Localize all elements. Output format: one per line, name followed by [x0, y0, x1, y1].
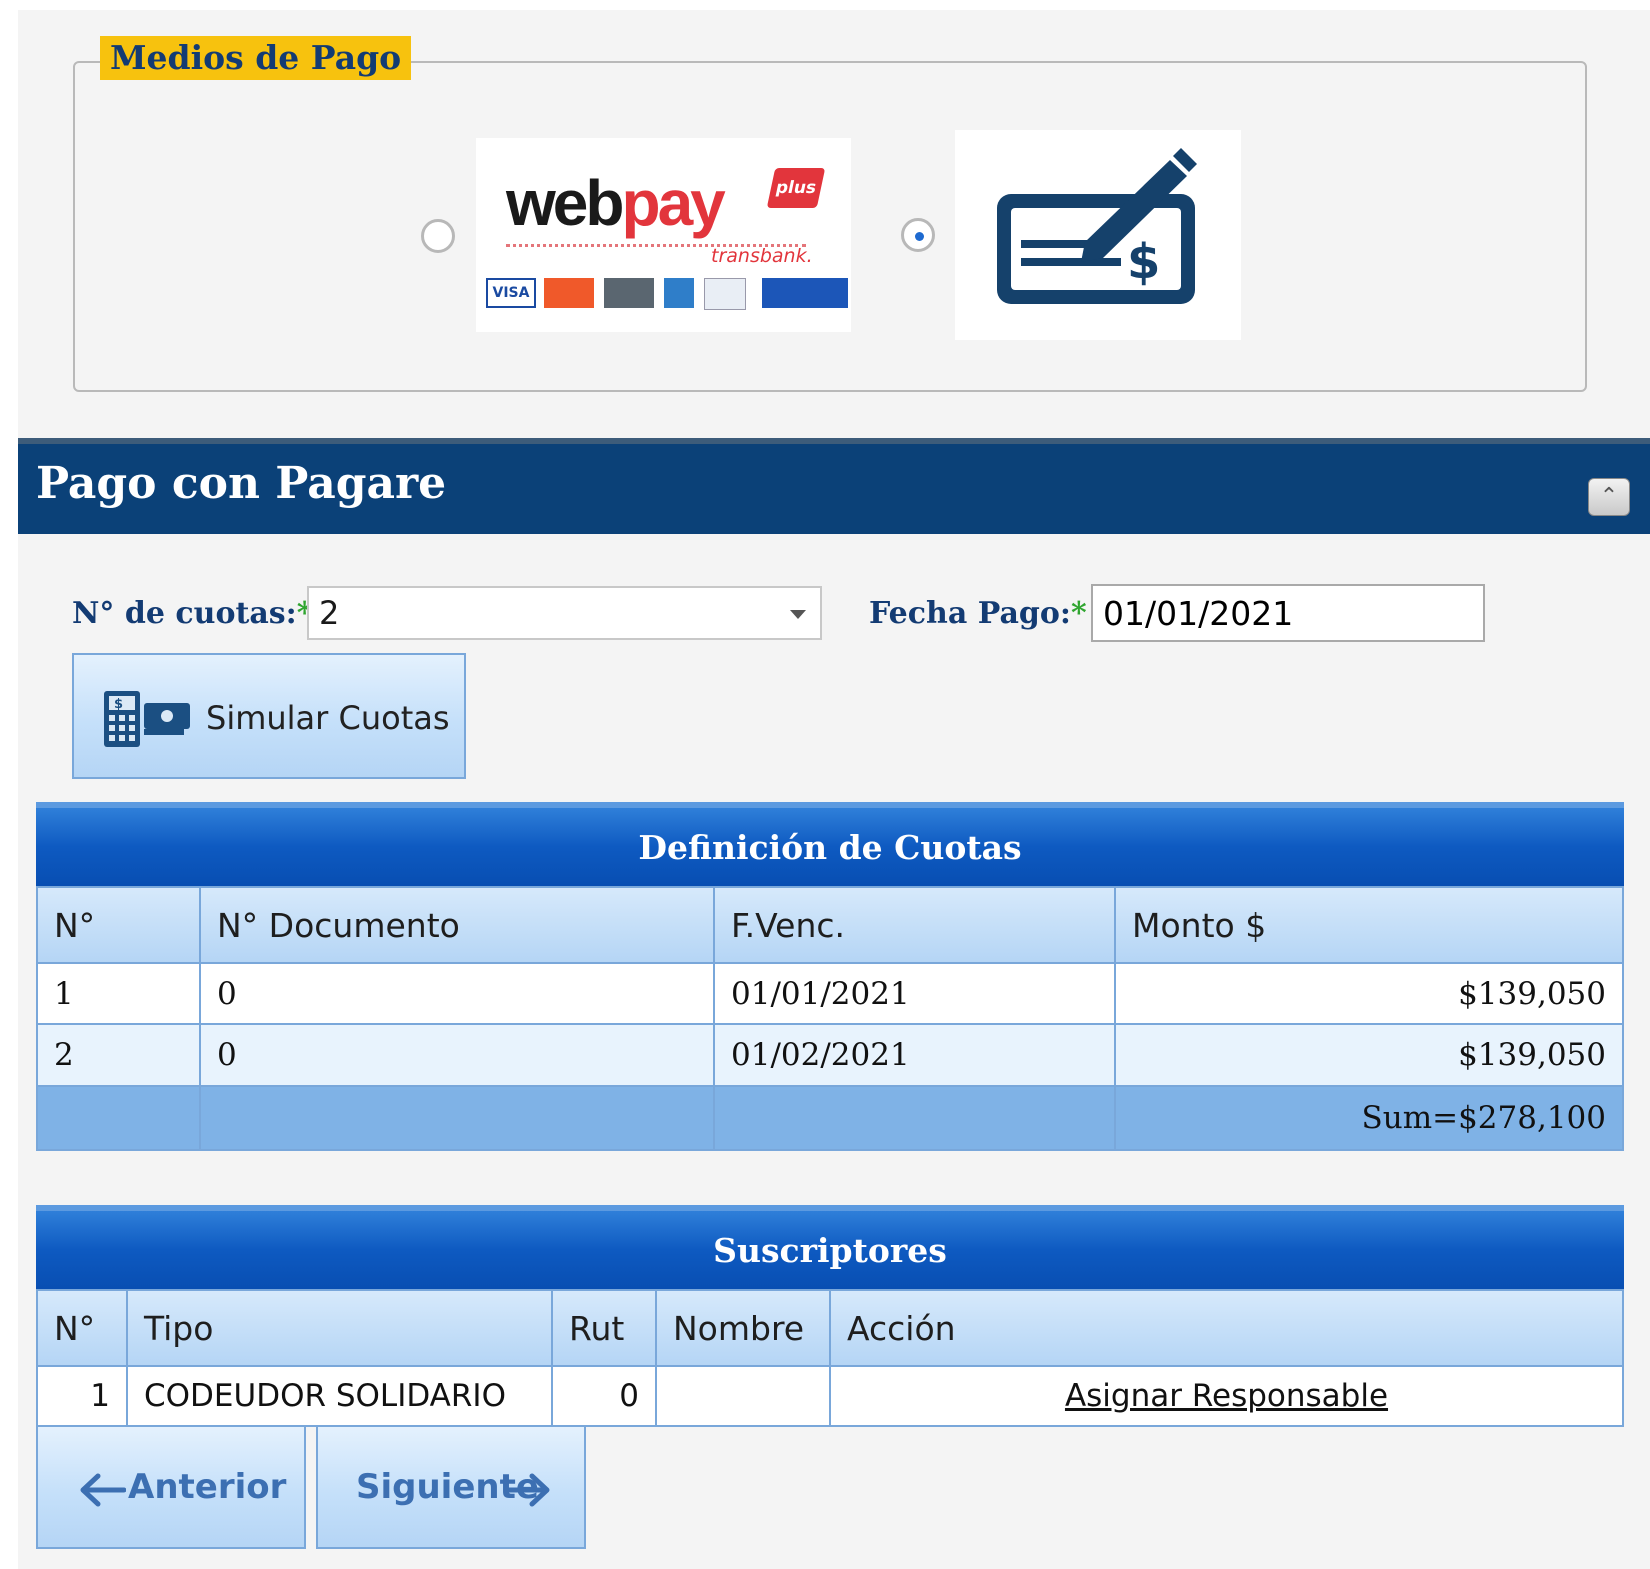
cuotas-select-value: 2	[319, 594, 340, 632]
webpay-logo[interactable]: webpay plus transbank. VISA	[476, 138, 851, 332]
col-header[interactable]: N°	[36, 886, 201, 964]
col-header[interactable]: Monto $	[1114, 886, 1624, 964]
pagare-radio[interactable]	[901, 218, 935, 252]
cell-n: 1	[36, 962, 201, 1025]
simular-cuotas-label: Simular Cuotas	[206, 699, 450, 737]
collapse-button[interactable]: ⌃	[1588, 478, 1630, 516]
table-footer-row: Sum=$278,100	[36, 1085, 1624, 1151]
cuotas-select[interactable]: 2	[307, 586, 822, 640]
redcompra-icon	[762, 278, 848, 308]
cell-nombre	[655, 1365, 831, 1427]
fecha-pago-label: Fecha Pago:*	[869, 596, 1087, 631]
payment-methods-legend: Medios de Pago	[100, 36, 412, 80]
col-header[interactable]: Acción	[829, 1289, 1624, 1367]
amex-icon	[664, 278, 694, 308]
suscriptores-header-row: N° Tipo Rut Nombre Acción	[36, 1289, 1624, 1367]
cell-monto: $139,050	[1114, 1023, 1624, 1087]
mastercard-icon	[544, 278, 594, 308]
cell-monto: $139,050	[1114, 962, 1624, 1025]
section-header: Pago con Pagare ⌃	[18, 438, 1650, 534]
pagare-logo[interactable]: $	[955, 130, 1241, 340]
cell-rut: 0	[551, 1365, 657, 1427]
webpay-wordmark: webpay	[506, 167, 726, 239]
cell-documento: 0	[199, 962, 715, 1025]
transbank-label: transbank.	[711, 245, 813, 267]
chevron-up-icon: ⌃	[1599, 484, 1619, 509]
visa-icon: VISA	[486, 278, 536, 308]
diners-icon	[704, 278, 746, 310]
col-header[interactable]: F.Venc.	[713, 886, 1116, 964]
check-signature-icon: $	[997, 148, 1197, 304]
cuotas-table: Definición de Cuotas N° N° Documento F.V…	[36, 802, 1624, 1151]
fecha-pago-input[interactable]	[1091, 584, 1485, 642]
table-row[interactable]: 1 CODEUDOR SOLIDARIO 0 Asignar Responsab…	[36, 1365, 1624, 1427]
suscriptores-table: Suscriptores N° Tipo Rut Nombre Acción 1…	[36, 1205, 1624, 1427]
plus-badge: plus	[766, 168, 826, 208]
table-row[interactable]: 1 0 01/01/2021 $139,050	[36, 962, 1624, 1025]
arrow-right-icon	[504, 1473, 550, 1507]
siguiente-button[interactable]: Siguiente	[316, 1425, 586, 1549]
col-header[interactable]: N°	[36, 1289, 128, 1367]
cuotas-label: N° de cuotas:*	[72, 596, 313, 631]
cell-accion: Asignar Responsable	[829, 1365, 1624, 1427]
col-header[interactable]: N° Documento	[199, 886, 715, 964]
cuotas-grid: N° N° Documento F.Venc. Monto $ 1 0 01/0…	[36, 886, 1624, 1151]
cell-n: 2	[36, 1023, 201, 1087]
cell-vencimiento: 01/01/2021	[713, 962, 1116, 1025]
calculator-money-icon: $	[104, 691, 190, 747]
anterior-label: Anterior	[128, 1467, 287, 1507]
cell-tipo: CODEUDOR SOLIDARIO	[126, 1365, 553, 1427]
suscriptores-grid: N° Tipo Rut Nombre Acción 1 CODEUDOR SOL…	[36, 1289, 1624, 1427]
svg-text:$: $	[114, 697, 123, 712]
arrow-left-icon	[80, 1473, 126, 1507]
cell-documento: 0	[199, 1023, 715, 1087]
col-header[interactable]: Tipo	[126, 1289, 553, 1367]
anterior-button[interactable]: Anterior	[36, 1425, 306, 1549]
sum-total: Sum=$278,100	[1114, 1085, 1624, 1151]
cuotas-table-caption: Definición de Cuotas	[36, 802, 1624, 886]
simular-cuotas-button[interactable]: $ Simular Cuotas	[72, 653, 466, 779]
webpay-radio[interactable]	[421, 219, 455, 253]
table-row[interactable]: 2 0 01/02/2021 $139,050	[36, 1023, 1624, 1087]
col-header[interactable]: Nombre	[655, 1289, 831, 1367]
suscriptores-table-caption: Suscriptores	[36, 1205, 1624, 1289]
asignar-responsable-link[interactable]: Asignar Responsable	[1065, 1378, 1388, 1414]
chevron-down-icon	[790, 610, 806, 619]
cell-n: 1	[36, 1365, 128, 1427]
cuotas-header-row: N° N° Documento F.Venc. Monto $	[36, 886, 1624, 964]
radio-selected-dot	[915, 232, 924, 241]
section-title: Pago con Pagare	[36, 458, 447, 509]
svg-text:$: $	[1127, 234, 1160, 290]
cell-vencimiento: 01/02/2021	[713, 1023, 1116, 1087]
magna-card-icon	[604, 278, 654, 308]
col-header[interactable]: Rut	[551, 1289, 657, 1367]
